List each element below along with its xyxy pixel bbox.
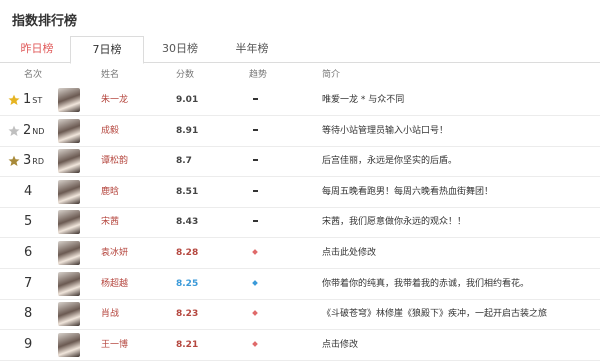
table-row[interactable]: 5 宋茜 8.43 宋茜，我们愿意做你永远的观众！！	[0, 207, 600, 239]
avatar[interactable]	[58, 271, 80, 296]
tab-30-day[interactable]: 30日榜	[150, 36, 210, 62]
star-name-link[interactable]: 杨超越	[101, 269, 128, 299]
table-row[interactable]: 1ST 朱一龙 9.01 唯爱一龙 * 与众不同	[0, 85, 600, 116]
trend-up-icon	[252, 310, 258, 317]
intro-text: 《斗破苍穹》林修崖《狼殿下》疾冲，一起开启古装之旅	[322, 309, 548, 320]
tab-half-year[interactable]: 半年榜	[222, 36, 282, 62]
intro-text: 点击修改	[322, 339, 359, 350]
trend-up-icon	[252, 249, 258, 255]
table-row[interactable]: 3RD 谭松韵 8.7 后宫佳丽，永远是你坚实的后盾。	[0, 146, 600, 178]
star-icon	[8, 125, 20, 136]
score-value: 8.28	[176, 248, 199, 258]
trend-flat-icon	[253, 128, 258, 131]
trend-flat-icon	[253, 159, 258, 162]
avatar[interactable]	[58, 179, 80, 204]
rank-number: 3RD	[23, 153, 44, 169]
rank-suffix: ND	[32, 126, 45, 136]
avatar[interactable]	[58, 241, 80, 265]
intro-text: 每周五晚看跑男！每周六晚看热血街舞团！	[322, 186, 494, 197]
table-row[interactable]: 9 王一博 8.21 点击修改	[0, 330, 600, 361]
avatar[interactable]	[58, 332, 80, 357]
avatar[interactable]	[58, 118, 80, 143]
table-row[interactable]: 2ND 成毅 8.91 等待小站管理员输入小站口号！	[0, 116, 600, 147]
rank-number: 4	[24, 183, 33, 199]
trend-flat-icon	[253, 189, 258, 192]
tab-7-day[interactable]: 7日榜	[70, 36, 144, 64]
star-name-link[interactable]: 王一博	[101, 330, 128, 360]
table-row[interactable]: 6 袁冰妍 8.28 点击此处修改	[0, 238, 600, 269]
score-value: 8.25	[176, 278, 199, 289]
trend-up-icon	[252, 340, 258, 347]
trend-down-icon	[252, 279, 258, 286]
score-value: 8.51	[176, 186, 199, 197]
score-value: 8.91	[176, 125, 199, 136]
header-rank: 名次	[24, 70, 43, 80]
rank-number: 1ST	[23, 92, 43, 107]
intro-text: 等待小站管理员输入小站口号！	[322, 125, 449, 136]
rank-suffix: RD	[32, 157, 44, 167]
star-name-link[interactable]: 谭松韵	[101, 146, 128, 176]
rank-number: 8	[24, 306, 33, 322]
header-trend: 趋势	[249, 70, 268, 80]
header-name: 姓名	[101, 70, 120, 80]
intro-text: 唯爱一龙 * 与众不同	[322, 95, 405, 105]
score-value: 9.01	[176, 95, 199, 105]
header-intro: 简介	[322, 70, 341, 80]
star-name-link[interactable]: 肖战	[101, 299, 119, 329]
intro-text: 点击此处修改	[322, 248, 377, 258]
table-row[interactable]: 7 杨超越 8.25 你带着你的纯真，我带着我的赤诚，我们相约看花。	[0, 269, 600, 300]
intro-text: 后宫佳丽，永远是你坚实的后盾。	[322, 156, 458, 167]
star-icon	[8, 155, 20, 167]
page-title: 指数排行榜	[12, 14, 78, 29]
header-score: 分数	[176, 70, 195, 80]
rank-number: 2ND	[23, 122, 45, 138]
score-value: 8.21	[176, 339, 199, 350]
score-value: 8.43	[176, 217, 199, 228]
intro-text: 宋茜，我们愿意做你永远的观众！！	[322, 217, 467, 228]
table-row[interactable]: 8 肖战 8.23 《斗破苍穹》林修崖《狼殿下》疾冲，一起开启古装之旅	[0, 299, 600, 331]
star-name-link[interactable]: 鹿晗	[101, 177, 119, 207]
table-header: 名次 姓名 分数 趋势 简介	[0, 67, 600, 83]
star-name-link[interactable]: 袁冰妍	[101, 238, 128, 268]
trend-flat-icon	[253, 98, 258, 100]
star-name-link[interactable]: 成毅	[101, 116, 119, 146]
rank-suffix: ST	[32, 96, 43, 105]
rank-number: 7	[24, 275, 33, 291]
rank-number: 5	[24, 214, 33, 230]
rank-number: 6	[24, 245, 33, 260]
avatar[interactable]	[58, 210, 80, 235]
score-value: 8.23	[176, 309, 199, 320]
tab-bar: 昨日榜 7日榜 30日榜 半年榜	[0, 36, 600, 64]
star-name-link[interactable]: 朱一龙	[101, 85, 128, 115]
trend-flat-icon	[253, 220, 258, 223]
score-value: 8.7	[176, 156, 192, 167]
avatar[interactable]	[58, 149, 80, 174]
avatar[interactable]	[58, 302, 80, 327]
intro-text: 你带着你的纯真，我带着我的赤诚，我们相约看花。	[322, 278, 530, 289]
tab-yesterday[interactable]: 昨日榜	[5, 36, 69, 62]
star-icon	[8, 94, 20, 105]
avatar[interactable]	[58, 88, 80, 112]
rank-number: 9	[24, 336, 33, 352]
table-row[interactable]: 4 鹿晗 8.51 每周五晚看跑男！每周六晚看热血街舞团！	[0, 177, 600, 208]
star-name-link[interactable]: 宋茜	[101, 207, 119, 237]
